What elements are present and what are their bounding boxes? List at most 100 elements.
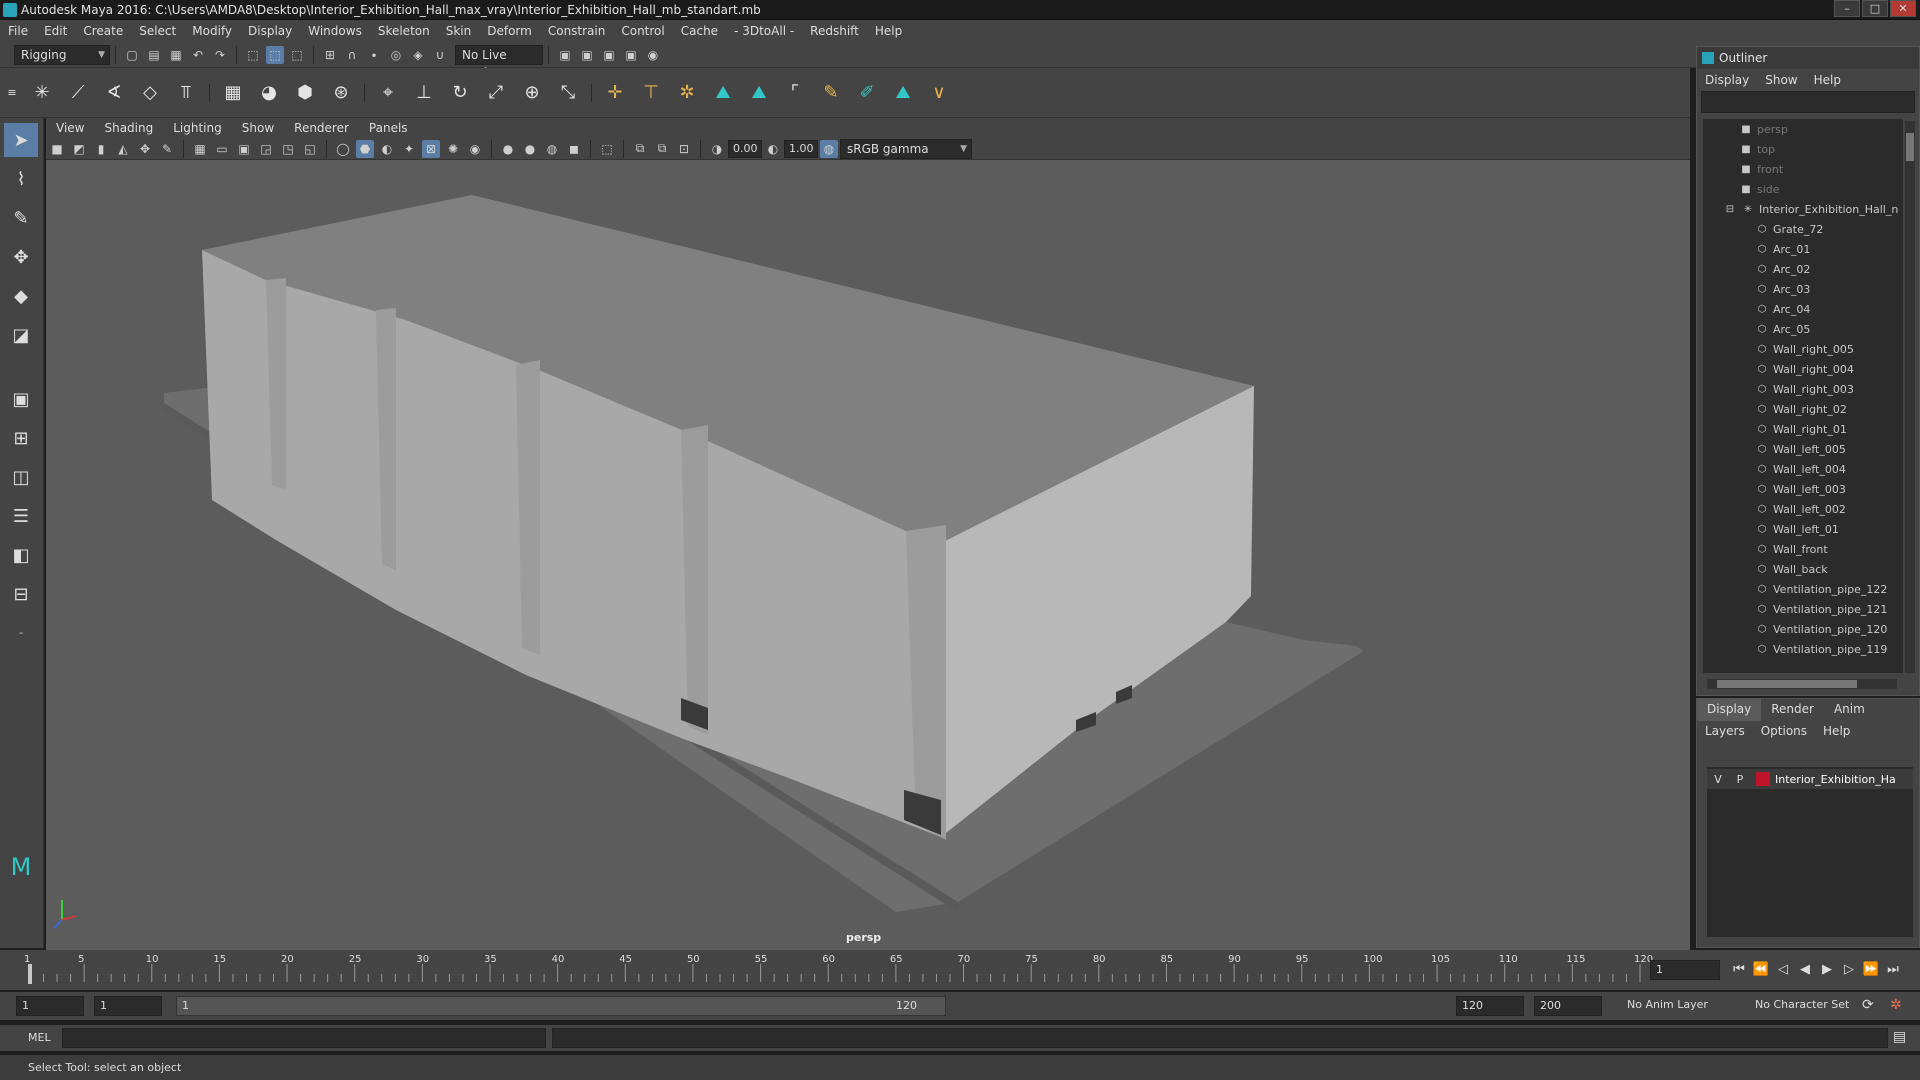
outliner-item[interactable]: ■ top	[1703, 139, 1903, 159]
outliner-item[interactable]: ⬡ Grate_72	[1703, 219, 1903, 239]
current-frame-field[interactable]: 1	[1650, 960, 1720, 980]
wireframe-on-shaded-icon[interactable]: ◐	[378, 140, 396, 158]
redshift-render-icon[interactable]: ⛰	[890, 80, 916, 106]
menu-constrain[interactable]: Constrain	[540, 24, 614, 38]
xray-joints-icon[interactable]: ⧉	[631, 140, 649, 158]
move-tool-icon[interactable]: ✥	[4, 240, 38, 274]
joint-tool-icon[interactable]: ✳	[29, 80, 55, 106]
tab-anim[interactable]: Anim	[1824, 699, 1875, 721]
camera-attributes-icon[interactable]: ◩	[70, 140, 88, 158]
go-to-end-icon[interactable]: ⏭	[1884, 962, 1902, 977]
character-set-dropdown[interactable]: No Character Set	[1750, 996, 1860, 1016]
collapse-icon[interactable]: ⊟	[1723, 204, 1737, 215]
outliner-item[interactable]: ⬡ Ventilation_pipe_120	[1703, 619, 1903, 639]
grease-pencil-icon[interactable]: ✎	[158, 140, 176, 158]
outliner-item[interactable]: ⬡ Wall_left_005	[1703, 439, 1903, 459]
outliner-item[interactable]: ■ front	[1703, 159, 1903, 179]
resolution-gate-icon[interactable]: ▣	[235, 140, 253, 158]
outliner-item[interactable]: ⬡ Arc_01	[1703, 239, 1903, 259]
ik-handle-icon[interactable]: ⟋	[65, 80, 91, 106]
parent-constraint-icon[interactable]: ⊕	[519, 80, 545, 106]
menu-modify[interactable]: Modify	[184, 24, 240, 38]
step-forward-frame-icon[interactable]: ▷	[1840, 962, 1858, 977]
time-slider[interactable]: 1 5 10 15 20 25 30 35 40 45 50 55 60 65 70 75 80 85 90 95 10…	[0, 950, 1920, 990]
redshift-mesh-icon[interactable]: ⛰	[746, 80, 772, 106]
menu-help[interactable]: Help	[867, 24, 910, 38]
maximize-button[interactable]: □	[1862, 0, 1888, 17]
bind-skin-icon[interactable]: ▦	[220, 80, 246, 106]
colorspace-dropdown[interactable]: sRGB gamma ▼	[840, 138, 972, 159]
render-settings-icon[interactable]: ▣	[622, 46, 640, 64]
live-surface-field[interactable]: No Live Surface	[455, 44, 543, 80]
gamma-icon[interactable]: ◐	[764, 140, 782, 158]
anti-aliasing-icon[interactable]: ◍	[543, 140, 561, 158]
undo-icon[interactable]: ↶	[189, 46, 207, 64]
panel-menu-shading[interactable]: Shading	[94, 121, 163, 135]
save-scene-icon[interactable]: ▦	[167, 46, 185, 64]
outliner-item[interactable]: ⬡ Ventilation_pipe_121	[1703, 599, 1903, 619]
menuset-dropdown[interactable]: Rigging ▼	[14, 44, 110, 65]
outliner-item[interactable]: ⬡ Ventilation_pipe_119	[1703, 639, 1903, 659]
outliner-item[interactable]: ⬡ Wall_right_02	[1703, 399, 1903, 419]
open-scene-icon[interactable]: ▤	[145, 46, 163, 64]
outliner-item[interactable]: ⬡ Arc_05	[1703, 319, 1903, 339]
outliner-layout-icon[interactable]: ☰	[4, 499, 38, 533]
layout-options-icon[interactable]: -	[4, 616, 38, 650]
redo-icon[interactable]: ↷	[211, 46, 229, 64]
smooth-shade-icon[interactable]: ⬣	[356, 139, 374, 158]
layers-menu-layers[interactable]: Layers	[1697, 724, 1753, 738]
go-to-start-icon[interactable]: ⏮	[1730, 962, 1748, 977]
paint-weights-icon[interactable]: ✎	[818, 80, 844, 106]
orient-constraint-icon[interactable]: ↻	[447, 80, 473, 106]
field-chart-icon[interactable]: ◳	[279, 140, 297, 158]
curve-tool-icon[interactable]: ∨	[926, 80, 952, 106]
outliner-item[interactable]: ⬡ Wall_left_002	[1703, 499, 1903, 519]
layers-menu-options[interactable]: Options	[1753, 724, 1815, 738]
snap-point-icon[interactable]: ∙	[365, 46, 383, 64]
lattice-icon[interactable]: ⬢	[292, 80, 318, 106]
layer-playback-toggle[interactable]: P	[1729, 773, 1751, 786]
select-tool-icon[interactable]: ➤	[4, 123, 38, 157]
rotate-tool-icon[interactable]: ◆	[4, 279, 38, 313]
ik-spline-icon[interactable]: ∢	[101, 80, 127, 106]
playback-start-field[interactable]: 1	[94, 996, 162, 1016]
close-button[interactable]: ✕	[1890, 0, 1916, 17]
outliner-item[interactable]: ⬡ Arc_04	[1703, 299, 1903, 319]
auto-key-icon[interactable]: ⟳	[1862, 997, 1874, 1013]
panel-menu-lighting[interactable]: Lighting	[163, 121, 232, 135]
paint-select-icon[interactable]: ✎	[4, 201, 38, 235]
image-plane-icon[interactable]: ◭	[114, 140, 132, 158]
lasso-tool-icon[interactable]: ⌇	[4, 162, 38, 196]
outliner-item[interactable]: ⬡ Wall_left_003	[1703, 479, 1903, 499]
outliner-item[interactable]: ⬡ Wall_back	[1703, 559, 1903, 579]
minimize-button[interactable]: –	[1834, 0, 1860, 17]
pole-vector-icon[interactable]: ⤡	[555, 80, 581, 106]
outliner-item[interactable]: ⬡ Wall_right_003	[1703, 379, 1903, 399]
mel-input[interactable]	[62, 1028, 546, 1048]
safe-action-icon[interactable]: ◱	[301, 140, 319, 158]
shelf-menu-icon[interactable]: ≡	[5, 80, 19, 106]
textured-icon[interactable]: ✦	[400, 140, 418, 158]
outliner-item[interactable]: ⊟ ✳ Interior_Exhibition_Hall_n	[1703, 199, 1903, 219]
play-forwards-icon[interactable]: ▶	[1818, 962, 1836, 977]
outliner-vertical-scrollbar[interactable]	[1905, 121, 1915, 673]
outliner-search-field[interactable]	[1701, 91, 1915, 113]
outliner-item[interactable]: ⬡ Wall_right_005	[1703, 339, 1903, 359]
single-view-layout-icon[interactable]: ▣	[4, 382, 38, 416]
outliner-menu-display[interactable]: Display	[1697, 73, 1757, 87]
menu-cache[interactable]: Cache	[673, 24, 726, 38]
smooth-bind-icon[interactable]: ◕	[256, 80, 282, 106]
brush-icon[interactable]: ✐	[854, 80, 880, 106]
wireframe-icon[interactable]: ◯	[334, 140, 352, 158]
proxy-icon[interactable]: ⌜	[782, 80, 808, 106]
step-back-key-icon[interactable]: ⏪	[1752, 962, 1770, 977]
grid-toggle-icon[interactable]: ▦	[191, 140, 209, 158]
gamma-field[interactable]: 1.00	[784, 139, 818, 158]
locator-icon[interactable]: ◇	[137, 80, 163, 106]
menu-skin[interactable]: Skin	[438, 24, 480, 38]
camera-icon[interactable]: ■	[48, 140, 66, 158]
select-hierarchy-icon[interactable]: ⬚	[244, 46, 262, 64]
hypershade-layout-icon[interactable]: ⊟	[4, 577, 38, 611]
ambient-occlusion-icon[interactable]: ●	[499, 140, 517, 158]
two-view-layout-icon[interactable]: ◫	[4, 460, 38, 494]
